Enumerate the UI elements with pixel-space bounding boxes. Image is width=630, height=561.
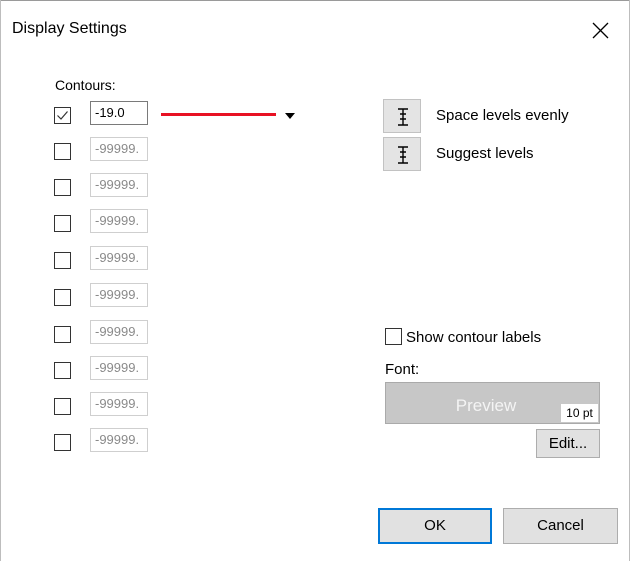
checkmark-icon [57, 111, 68, 120]
color-dropdown-arrow-icon[interactable] [284, 112, 296, 120]
show-contour-labels-label[interactable]: Show contour labels [406, 329, 541, 346]
space-levels-evenly-label[interactable]: Space levels evenly [436, 107, 569, 124]
level-spacing-icon [398, 108, 408, 126]
edit-font-button[interactable]: Edit... [536, 429, 600, 458]
contour-checkbox[interactable] [54, 143, 71, 160]
contour-row: -99999. [54, 137, 154, 161]
contour-level-input[interactable]: -99999. [90, 173, 148, 197]
level-spacing-icon [398, 146, 408, 164]
dialog-title: Display Settings [12, 20, 127, 37]
contour-row: -99999. [54, 356, 154, 380]
show-contour-labels-checkbox[interactable] [385, 328, 402, 345]
contour-checkbox[interactable] [54, 179, 71, 196]
contour-level-input[interactable]: -99999. [90, 392, 148, 416]
contour-row: -99999. [54, 320, 154, 344]
cancel-button[interactable]: Cancel [503, 508, 618, 544]
contour-checkbox[interactable] [54, 398, 71, 415]
contour-checkbox[interactable] [54, 107, 71, 124]
space-levels-evenly-button[interactable] [383, 99, 421, 133]
close-button[interactable] [584, 8, 630, 54]
contour-row: -99999. [54, 246, 154, 270]
contour-row: -19.0 [54, 101, 154, 125]
contour-checkbox[interactable] [54, 289, 71, 306]
contour-checkbox[interactable] [54, 215, 71, 232]
contour-level-input[interactable]: -99999. [90, 283, 148, 307]
contour-level-input[interactable]: -99999. [90, 320, 148, 344]
contour-line-color-swatch[interactable] [161, 113, 276, 116]
contour-checkbox[interactable] [54, 434, 71, 451]
contours-label: Contours: [55, 77, 116, 93]
title-bar: Display Settings [0, 0, 630, 62]
contour-row: -99999. [54, 392, 154, 416]
suggest-levels-button[interactable] [383, 137, 421, 171]
contour-level-input[interactable]: -99999. [90, 137, 148, 161]
font-size-badge: 10 pt [561, 404, 598, 422]
close-icon [592, 22, 609, 39]
contour-row: -99999. [54, 173, 154, 197]
contour-checkbox[interactable] [54, 252, 71, 269]
font-preview: Preview 10 pt [385, 382, 600, 424]
dialog-left-edge [0, 0, 1, 561]
contour-row: -99999. [54, 283, 154, 307]
contour-level-input[interactable]: -99999. [90, 428, 148, 452]
contour-row: -99999. [54, 428, 154, 452]
contour-level-input[interactable]: -99999. [90, 246, 148, 270]
contour-row: -99999. [54, 209, 154, 233]
ok-button[interactable]: OK [378, 508, 492, 544]
contour-level-input[interactable]: -19.0 [90, 101, 148, 125]
contour-checkbox[interactable] [54, 326, 71, 343]
font-preview-text: Preview [455, 396, 517, 415]
font-label: Font: [385, 361, 420, 378]
contour-level-input[interactable]: -99999. [90, 209, 148, 233]
contour-checkbox[interactable] [54, 362, 71, 379]
suggest-levels-label[interactable]: Suggest levels [436, 145, 534, 162]
contour-level-input[interactable]: -99999. [90, 356, 148, 380]
